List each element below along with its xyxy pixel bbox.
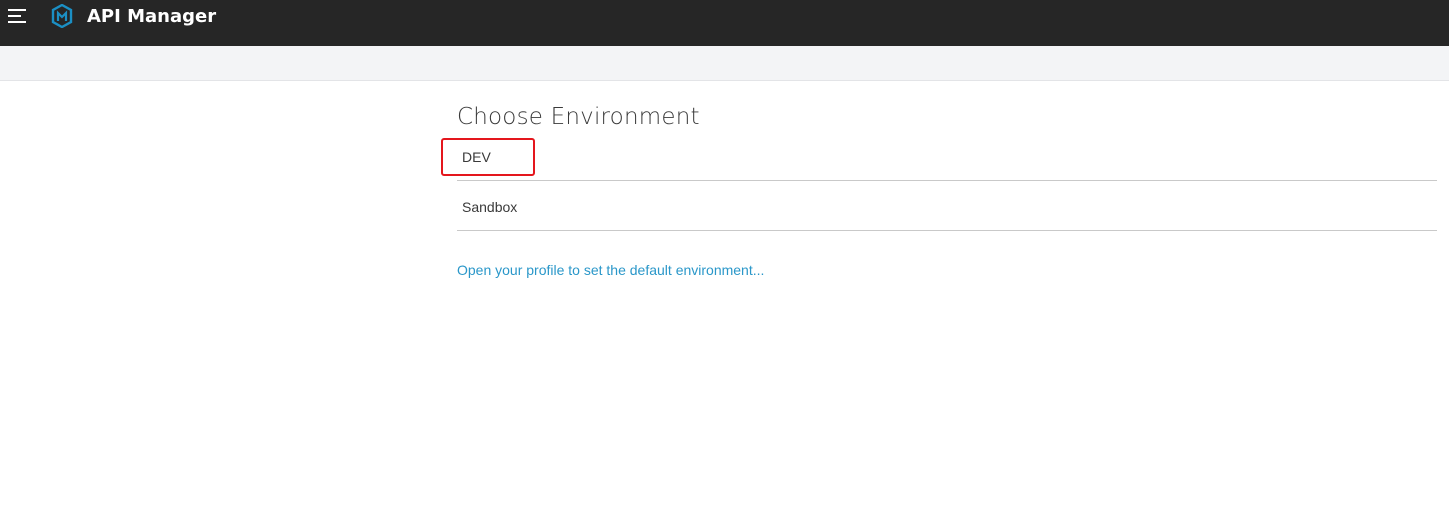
- environment-list: DEV Sandbox: [441, 138, 1437, 231]
- environment-item-dev[interactable]: DEV: [441, 138, 1437, 181]
- top-navigation-bar: API Manager: [0, 0, 1449, 46]
- environment-item-sandbox[interactable]: Sandbox: [457, 181, 1437, 231]
- page-title: Choose Environment: [457, 104, 700, 130]
- open-profile-link[interactable]: Open your profile to set the default env…: [457, 261, 764, 279]
- hamburger-menu-icon[interactable]: [8, 8, 28, 24]
- secondary-toolbar: [0, 46, 1449, 81]
- app-title[interactable]: API Manager: [87, 5, 216, 29]
- environment-label: Sandbox: [462, 199, 518, 215]
- mulesoft-logo-icon[interactable]: [51, 4, 73, 28]
- environment-label: DEV: [462, 149, 491, 165]
- environment-chooser: Choose Environment DEV Sandbox Open your…: [441, 101, 1437, 280]
